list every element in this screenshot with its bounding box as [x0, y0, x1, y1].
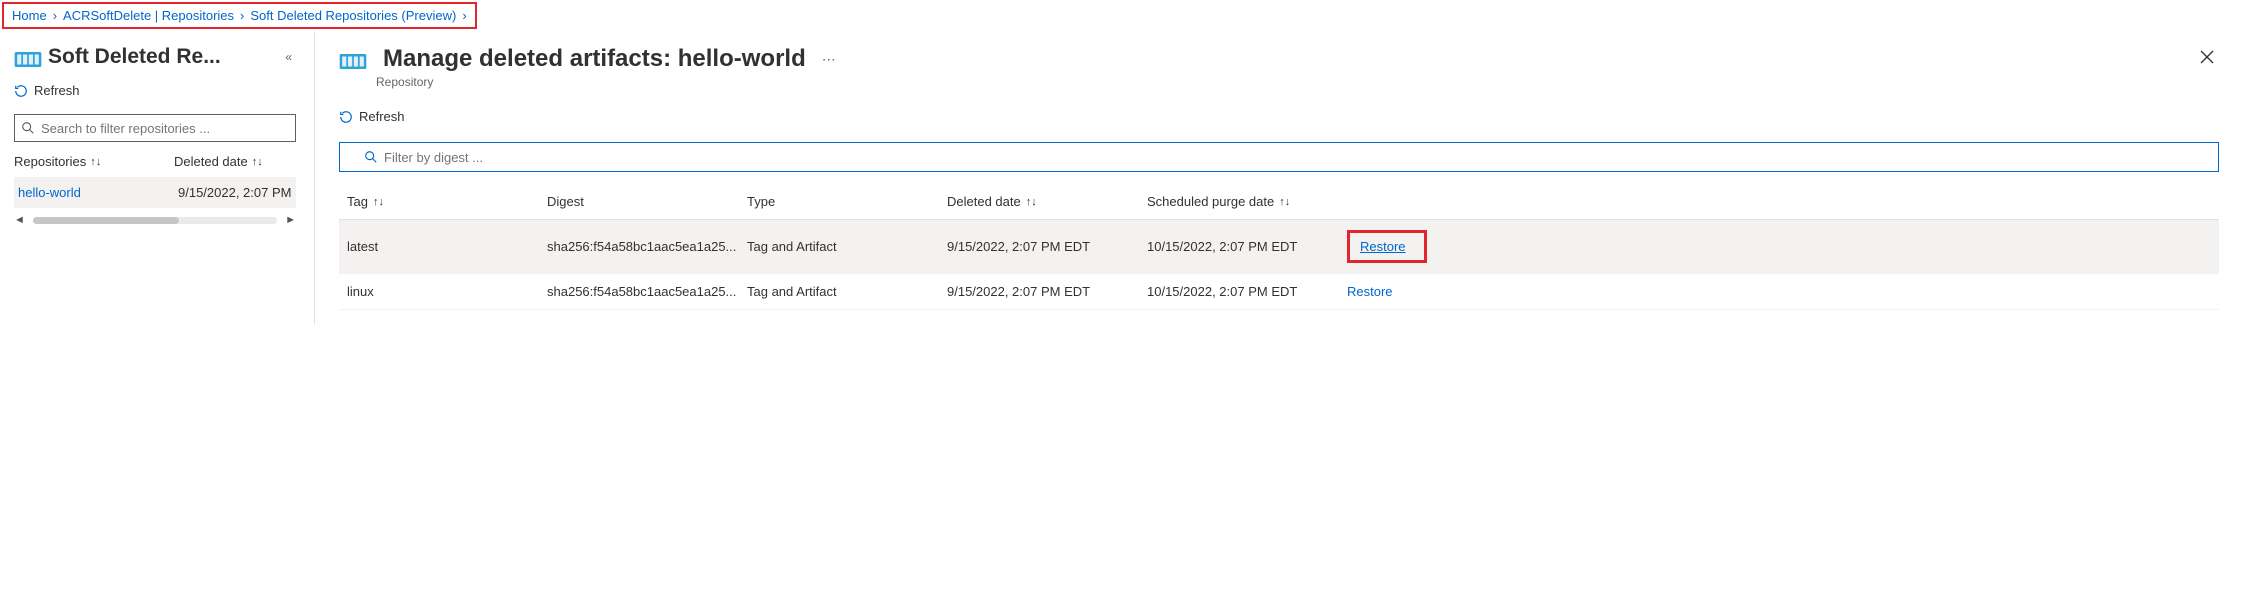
artifact-table-header: Tag ↑↓ Digest Type Deleted date ↑↓ Sched…	[339, 184, 2219, 220]
search-icon	[21, 121, 35, 135]
repository-deleted-date: 9/15/2022, 2:07 PM E	[178, 185, 292, 200]
artifact-tag: linux	[347, 284, 547, 299]
sort-icon: ↑↓	[90, 156, 101, 168]
main-content: Manage deleted artifacts: hello-world ⋯ …	[315, 31, 2243, 324]
repository-name: hello-world	[18, 185, 178, 200]
sidebar-column-deleted-date[interactable]: Deleted date ↑↓	[174, 154, 263, 169]
container-registry-icon	[339, 49, 367, 69]
chevron-right-icon: ›	[462, 8, 466, 23]
sidebar-search-input[interactable]	[14, 114, 296, 142]
chevron-right-icon: ›	[240, 8, 244, 23]
refresh-icon	[14, 84, 28, 98]
column-type[interactable]: Type	[747, 194, 947, 209]
artifact-deleted-date: 9/15/2022, 2:07 PM EDT	[947, 284, 1147, 299]
artifact-purge-date: 10/15/2022, 2:07 PM EDT	[1147, 239, 1347, 254]
breadcrumb-item-registry[interactable]: ACRSoftDelete | Repositories	[63, 8, 234, 23]
more-actions-button[interactable]: ⋯	[816, 51, 842, 68]
container-registry-icon	[14, 47, 42, 67]
close-icon	[2199, 49, 2215, 65]
artifact-deleted-date: 9/15/2022, 2:07 PM EDT	[947, 239, 1147, 254]
artifact-type: Tag and Artifact	[747, 239, 947, 254]
chevron-right-icon: ›	[53, 8, 57, 23]
artifact-digest: sha256:f54a58bc1aac5ea1a25...	[547, 284, 747, 299]
artifact-row[interactable]: linux sha256:f54a58bc1aac5ea1a25... Tag …	[339, 274, 2219, 310]
search-icon	[364, 150, 378, 164]
refresh-icon	[339, 110, 353, 124]
artifact-tag: latest	[347, 239, 547, 254]
filter-digest-input[interactable]	[339, 142, 2219, 172]
artifact-type: Tag and Artifact	[747, 284, 947, 299]
column-digest[interactable]: Digest	[547, 194, 747, 209]
breadcrumb-item-soft-deleted[interactable]: Soft Deleted Repositories (Preview)	[250, 8, 456, 23]
sort-icon: ↑↓	[1279, 196, 1290, 208]
page-title: Manage deleted artifacts: hello-world	[383, 45, 806, 73]
artifact-purge-date: 10/15/2022, 2:07 PM EDT	[1147, 284, 1347, 299]
sidebar-horizontal-scrollbar[interactable]: ◄ ►	[14, 214, 296, 226]
close-button[interactable]	[2195, 45, 2219, 72]
scroll-right-icon[interactable]: ►	[285, 214, 296, 226]
sidebar: Soft Deleted Re... « Refresh Repositorie…	[0, 31, 315, 324]
sort-icon: ↑↓	[1026, 196, 1037, 208]
main-refresh-button[interactable]: Refresh	[339, 109, 2219, 124]
sort-icon: ↑↓	[252, 156, 263, 168]
restore-button[interactable]: Restore	[1347, 230, 1427, 263]
artifact-digest: sha256:f54a58bc1aac5ea1a25...	[547, 239, 747, 254]
scroll-left-icon[interactable]: ◄	[14, 214, 25, 226]
column-tag[interactable]: Tag ↑↓	[347, 194, 547, 209]
breadcrumb: Home › ACRSoftDelete | Repositories › So…	[2, 2, 477, 29]
sidebar-title: Soft Deleted Re...	[14, 45, 221, 69]
sidebar-column-repositories[interactable]: Repositories ↑↓	[14, 154, 174, 169]
column-deleted-date[interactable]: Deleted date ↑↓	[947, 194, 1147, 209]
breadcrumb-item-home[interactable]: Home	[12, 8, 47, 23]
sort-icon: ↑↓	[373, 196, 384, 208]
restore-button[interactable]: Restore	[1347, 284, 1393, 299]
column-purge-date[interactable]: Scheduled purge date ↑↓	[1147, 194, 1347, 209]
collapse-sidebar-button[interactable]: «	[281, 46, 296, 68]
page-subtitle: Repository	[376, 75, 842, 89]
artifact-row[interactable]: latest sha256:f54a58bc1aac5ea1a25... Tag…	[339, 220, 2219, 274]
sidebar-refresh-button[interactable]: Refresh	[14, 83, 296, 98]
repository-row[interactable]: hello-world 9/15/2022, 2:07 PM E	[14, 177, 296, 208]
